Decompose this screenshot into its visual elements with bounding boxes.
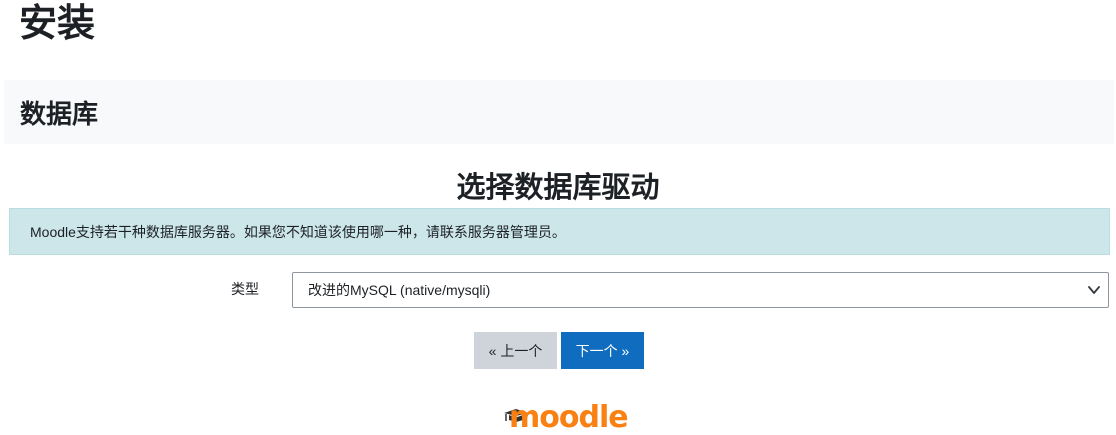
moodle-logo-text: moodle — [509, 400, 629, 435]
previous-button[interactable]: « 上一个 — [474, 332, 557, 369]
next-button-label: 下一个 » — [575, 342, 630, 359]
section-heading: 选择数据库驱动 — [456, 172, 660, 204]
next-button[interactable]: 下一个 » — [561, 332, 644, 369]
type-label: 类型 — [231, 281, 259, 297]
stage-title: 数据库 — [20, 98, 99, 129]
moodle-logo[interactable]: moodle — [503, 400, 629, 435]
stage-header: 数据库 — [4, 80, 1114, 144]
info-text: Moodle支持若干种数据库服务器。如果您不知道该使用哪一种，请联系服务器管理员… — [30, 223, 566, 240]
database-type-selected: 改进的MySQL (native/mysqli) — [308, 282, 491, 298]
chevron-down-icon — [1088, 286, 1100, 294]
previous-button-label: « 上一个 — [488, 342, 543, 359]
page-title: 安装 — [19, 3, 96, 45]
info-alert: Moodle支持若干种数据库服务器。如果您不知道该使用哪一种，请联系服务器管理员… — [9, 208, 1110, 255]
database-type-select[interactable]: 改进的MySQL (native/mysqli) — [292, 272, 1109, 308]
